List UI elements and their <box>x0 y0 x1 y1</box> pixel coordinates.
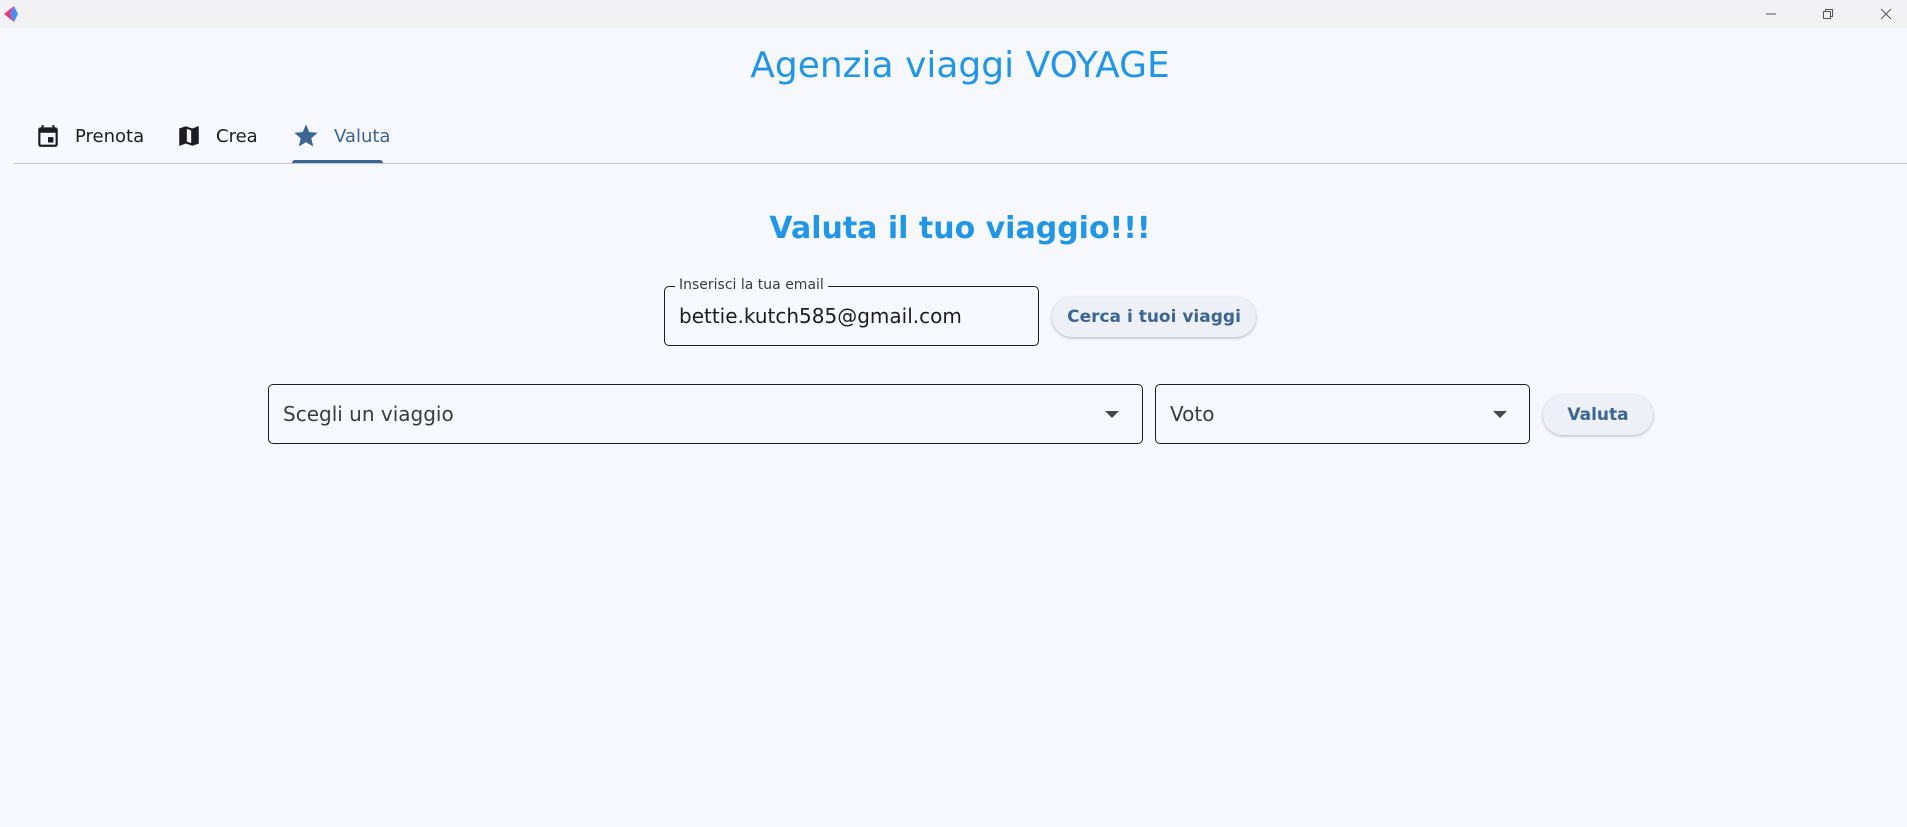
trip-dropdown-placeholder: Scegli un viaggio <box>283 402 454 426</box>
vote-dropdown-placeholder: Voto <box>1170 402 1215 426</box>
search-trips-button[interactable]: Cerca i tuoi viaggi <box>1052 297 1256 337</box>
restore-button[interactable] <box>1800 0 1856 28</box>
chevron-down-icon <box>1105 411 1119 418</box>
close-icon <box>1880 8 1892 20</box>
chevron-down-icon <box>1493 411 1507 418</box>
rate-button[interactable]: Valuta <box>1543 395 1653 435</box>
restore-icon <box>1823 9 1833 19</box>
map-icon <box>179 126 199 146</box>
vote-dropdown[interactable]: Voto <box>1155 384 1530 444</box>
tab-crea[interactable]: Crea <box>176 108 258 164</box>
close-button[interactable] <box>1858 0 1907 28</box>
app-title: Agenzia viaggi VOYAGE <box>750 45 1170 86</box>
tab-crea-label: Crea <box>216 125 258 147</box>
email-field-value: bettie.kutch585@gmail.com <box>679 304 962 328</box>
tab-valuta[interactable]: Valuta <box>292 108 390 164</box>
section-title: Valuta il tuo viaggio!!! <box>769 211 1151 246</box>
email-field[interactable]: Inserisci la tua email bettie.kutch585@g… <box>664 277 1039 346</box>
tab-bar: Prenota Crea Valuta <box>13 108 1907 164</box>
window-titlebar <box>0 0 1907 28</box>
star-icon <box>294 124 318 147</box>
tab-prenota-label: Prenota <box>75 125 145 147</box>
tab-valuta-label: Valuta <box>334 125 391 147</box>
calendar-icon <box>38 125 58 147</box>
tab-prenota[interactable]: Prenota <box>35 108 144 164</box>
minimize-icon <box>1766 13 1776 15</box>
app-logo-icon <box>4 6 18 22</box>
tab-divider <box>13 163 1907 164</box>
trip-dropdown[interactable]: Scegli un viaggio <box>268 384 1143 444</box>
minimize-button[interactable] <box>1743 0 1799 28</box>
